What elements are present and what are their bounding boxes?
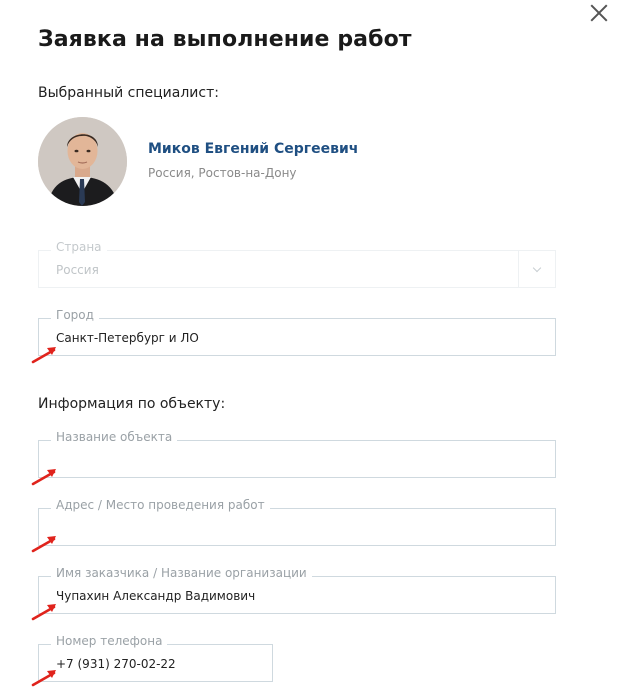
object-name-field[interactable]: Название объекта (38, 430, 556, 478)
specialist-section-label: Выбранный специалист: (38, 85, 219, 101)
country-label: Страна (51, 240, 107, 254)
annotation-arrow-icon (31, 536, 56, 553)
customer-value: Чупахин Александр Вадимович (56, 589, 256, 603)
object-name-label: Название объекта (51, 430, 178, 444)
customer-label: Имя заказчика / Название организации (51, 566, 312, 580)
specialist-name-link[interactable]: Миков Евгений Сергеевич (148, 141, 358, 157)
object-info-section-label: Информация по объекту: (38, 396, 226, 412)
chevron-down-icon (518, 251, 555, 287)
dialog-title: Заявка на выполнение работ (38, 27, 412, 52)
annotation-arrow-icon (31, 347, 56, 364)
phone-field[interactable]: Номер телефона +7 (931) 270-02-22 (38, 634, 273, 682)
city-label: Город (51, 308, 99, 322)
annotation-arrow-icon (31, 604, 56, 621)
close-icon[interactable] (588, 2, 610, 24)
phone-label: Номер телефона (51, 634, 168, 648)
address-field[interactable]: Адрес / Место проведения работ (38, 498, 556, 546)
city-field[interactable]: Город Санкт-Петербург и ЛО (38, 308, 556, 356)
specialist-location: Россия, Ростов-на-Дону (148, 166, 297, 180)
annotation-arrow-icon (31, 670, 56, 687)
avatar-photo (38, 117, 127, 206)
customer-field[interactable]: Имя заказчика / Название организации Чуп… (38, 566, 556, 614)
annotation-arrow-icon (31, 469, 56, 486)
country-select: Страна Россия (38, 240, 556, 288)
city-value: Санкт-Петербург и ЛО (56, 331, 199, 345)
phone-value: +7 (931) 270-02-22 (56, 657, 176, 671)
specialist-avatar (38, 117, 127, 206)
address-label: Адрес / Место проведения работ (51, 498, 270, 512)
country-value: Россия (56, 263, 99, 277)
